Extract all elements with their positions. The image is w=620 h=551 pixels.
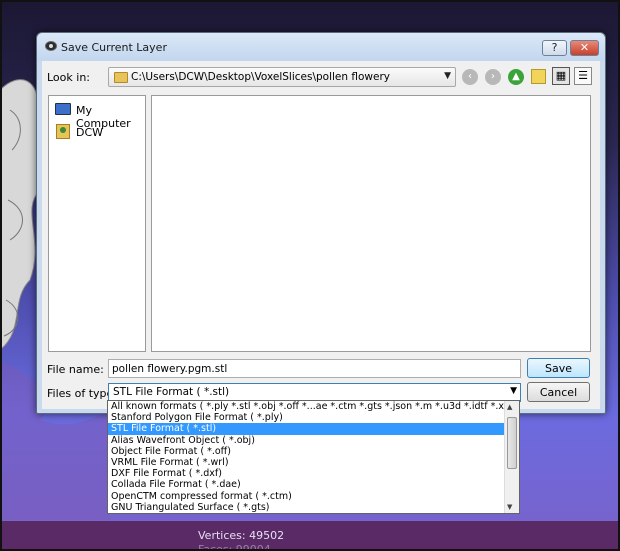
dropdown-scrollbar[interactable]: ▲ ▼ (504, 401, 519, 513)
close-button[interactable]: ✕ (570, 40, 599, 56)
file-type-option[interactable]: VRML File Format ( *.wrl) (108, 457, 505, 468)
up-folder-icon[interactable]: ▲ (508, 69, 524, 85)
help-button[interactable]: ? (542, 40, 567, 56)
dialog-title: Save Current Layer (61, 41, 167, 54)
chevron-down-icon: ▼ (510, 386, 517, 396)
file-type-option[interactable]: OpenCTM compressed format ( *.ctm) (108, 491, 505, 502)
file-type-option[interactable]: Collada File Format ( *.dae) (108, 479, 505, 490)
save-button[interactable]: Save (527, 358, 590, 378)
chevron-down-icon: ▼ (444, 71, 451, 81)
file-type-label: Files of type: (47, 387, 118, 400)
file-type-option[interactable]: Object File Format ( *.off) (108, 446, 505, 457)
file-type-selected: STL File Format ( *.stl) (113, 386, 230, 398)
scroll-up-icon[interactable]: ▲ (507, 403, 512, 411)
back-arrow-icon[interactable]: ‹ (462, 69, 478, 85)
detail-view-icon[interactable]: ▦ (552, 67, 570, 85)
computer-icon (55, 103, 71, 115)
file-type-option[interactable]: Stanford Polygon File Format ( *.ply) (108, 412, 505, 423)
file-type-option[interactable]: All known formats ( *.ply *.stl *.obj *.… (108, 401, 505, 412)
faces-count: Faces: 99004 (198, 543, 271, 551)
look-in-path: C:\Users\DCW\Desktop\VoxelSlices\pollen … (131, 71, 390, 83)
sidebar-item-my-computer[interactable]: My Computer (53, 100, 143, 130)
title-bar[interactable]: Save Current Layer ? ✕ (37, 33, 605, 61)
file-type-dropdown[interactable]: All known formats ( *.ply *.stl *.obj *.… (107, 400, 520, 514)
vertices-count: Vertices: 49502 (198, 529, 285, 542)
scrollbar-thumb[interactable] (507, 417, 517, 469)
look-in-combobox[interactable]: C:\Users\DCW\Desktop\VoxelSlices\pollen … (108, 67, 456, 87)
folder-icon (114, 72, 128, 83)
look-in-label: Look in: (47, 71, 90, 84)
file-type-option[interactable]: GNU Triangulated Surface ( *.gts) (108, 502, 505, 513)
scroll-down-icon[interactable]: ▼ (507, 503, 512, 511)
dialog-body: Look in: C:\Users\DCW\Desktop\VoxelSlice… (42, 61, 600, 409)
save-dialog: Save Current Layer ? ✕ Look in: C:\Users… (36, 32, 606, 414)
sidebar-item-dcw[interactable]: DCW (53, 122, 143, 142)
user-folder-icon (56, 124, 70, 139)
file-type-option-selected[interactable]: STL File Format ( *.stl) (108, 423, 505, 435)
file-type-option[interactable]: DXF File Format ( *.dxf) (108, 468, 505, 479)
list-view-icon[interactable]: ☰ (574, 67, 592, 85)
cancel-button[interactable]: Cancel (527, 382, 590, 402)
places-sidebar: My Computer DCW (48, 95, 146, 352)
new-folder-icon[interactable] (531, 69, 546, 84)
forward-arrow-icon[interactable]: › (485, 69, 501, 85)
sidebar-item-label: DCW (76, 126, 104, 139)
file-type-options: All known formats ( *.ply *.stl *.obj *.… (108, 401, 505, 513)
app-eye-icon (45, 41, 57, 51)
file-name-label: File name: (47, 363, 104, 376)
file-type-option[interactable]: Alias Wavefront Object ( *.obj) (108, 435, 505, 446)
file-list-pane[interactable] (151, 95, 591, 352)
file-name-input[interactable] (108, 359, 521, 378)
